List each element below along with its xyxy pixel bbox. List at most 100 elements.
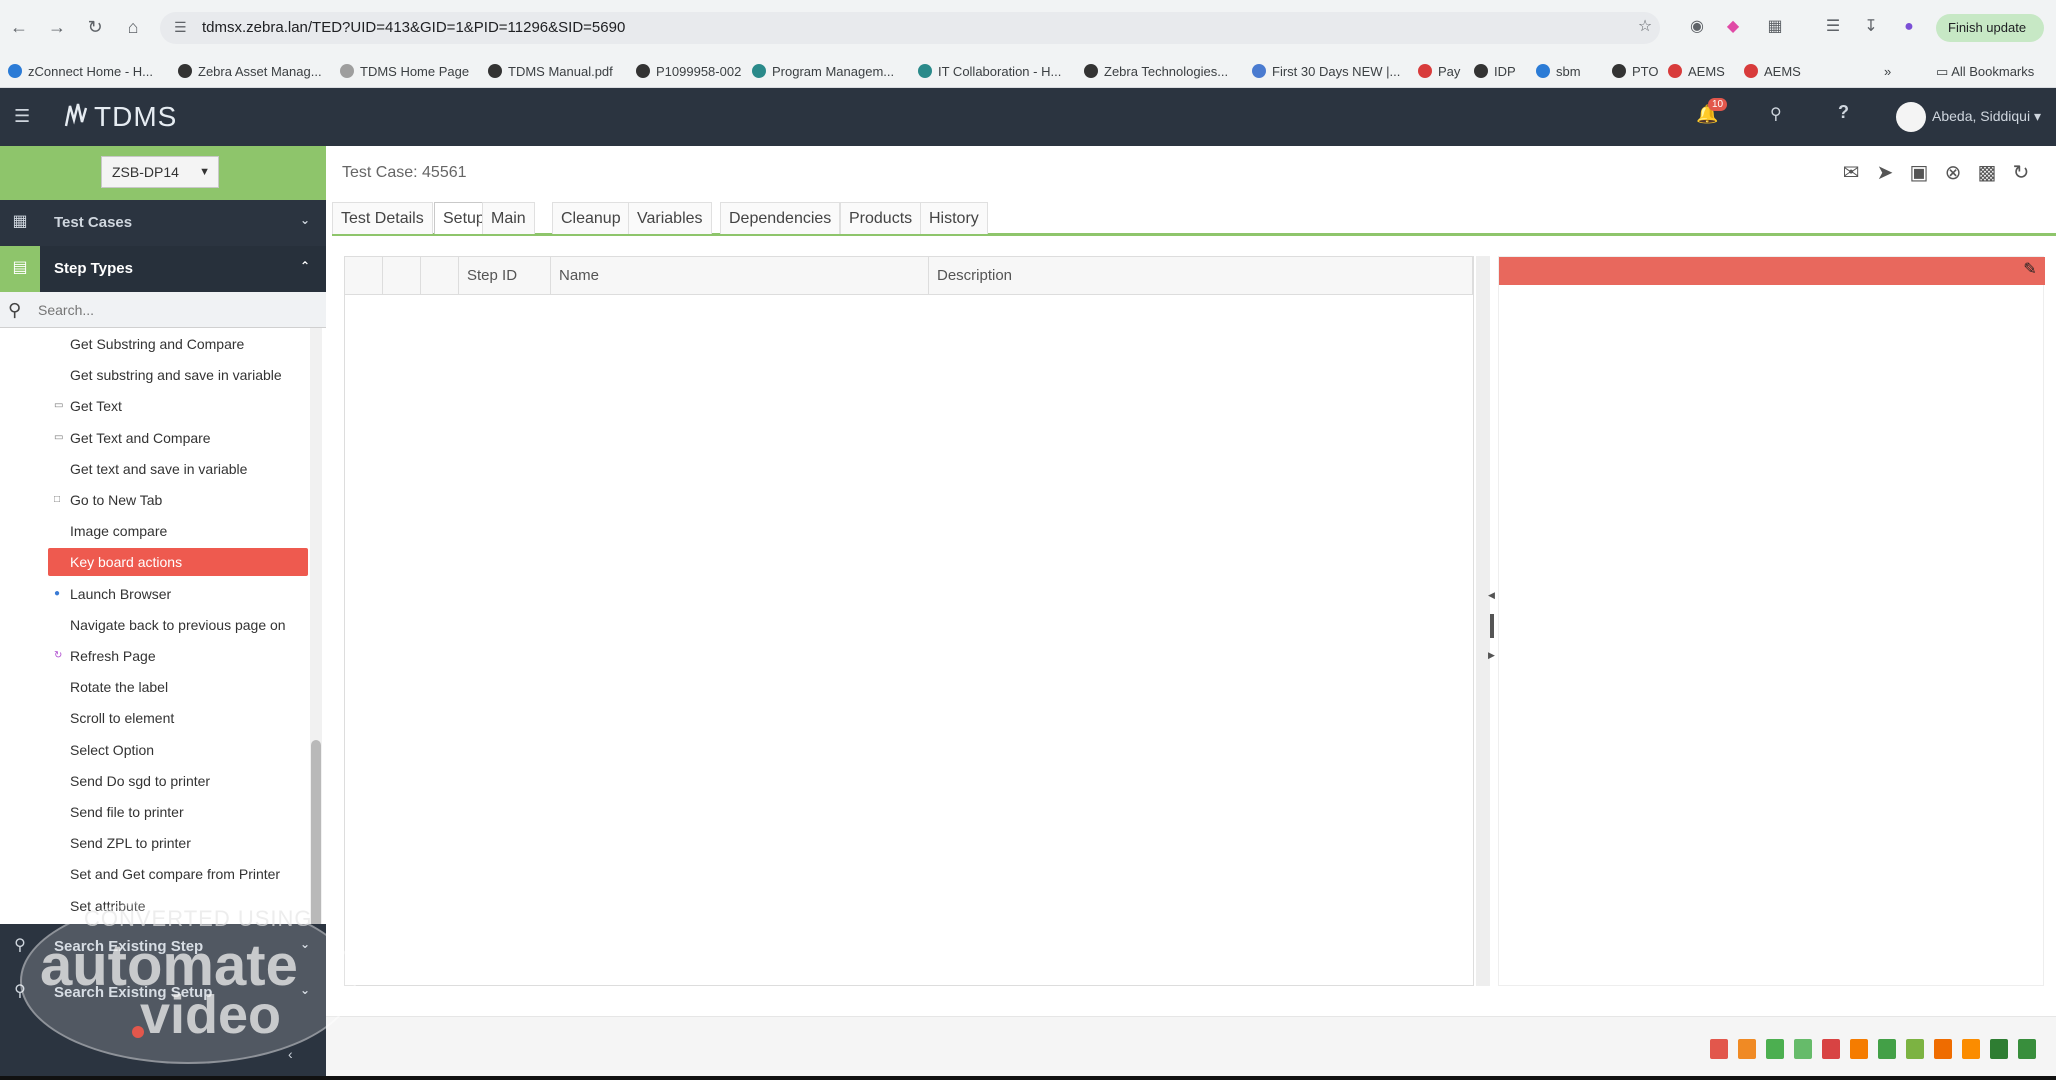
step-type-item[interactable]: ● Launch Browser (48, 580, 308, 608)
tab-products[interactable]: Products (840, 202, 922, 234)
column-header-name[interactable]: Name (551, 257, 929, 295)
bookmark-item[interactable]: Zebra Asset Manag... (178, 62, 322, 82)
back-icon[interactable]: ← (8, 16, 30, 38)
bookmark-item[interactable]: Pay (1418, 62, 1460, 82)
bookmark-item[interactable]: PTO (1612, 62, 1659, 82)
export-file-icon[interactable] (1794, 1039, 1812, 1059)
collapse-sidebar-icon[interactable]: ‹ (288, 1046, 293, 1062)
column-header-action[interactable] (421, 257, 459, 295)
export-file-icon[interactable] (1710, 1039, 1728, 1059)
export-file-icon[interactable] (2018, 1039, 2036, 1059)
bookmark-item[interactable]: TDMS Home Page (340, 62, 469, 82)
home-icon[interactable]: ⌂ (122, 16, 144, 38)
all-bookmarks-button[interactable]: ▭ All Bookmarks (1936, 62, 2034, 82)
user-menu[interactable]: Abeda, Siddiqui ▾ (1932, 108, 2041, 125)
export-file-icon[interactable] (1962, 1039, 1980, 1059)
bookmark-item[interactable]: AEMS (1668, 62, 1725, 82)
finish-update-button[interactable]: Finish update (1936, 14, 2044, 42)
bookmark-item[interactable]: Program Managem... (752, 62, 894, 82)
column-header-action[interactable] (345, 257, 383, 295)
column-header-step-id[interactable]: Step ID (459, 257, 551, 295)
address-bar[interactable]: ☰ tdmsx.zebra.lan/TED?UID=413&GID=1&PID=… (160, 12, 1660, 44)
tab-dependencies[interactable]: Dependencies (720, 202, 841, 234)
tab-cleanup[interactable]: Cleanup (552, 202, 630, 234)
bookmark-item[interactable]: IDP (1474, 62, 1516, 82)
profile-icon[interactable]: ● (1898, 16, 1920, 38)
export-file-icon[interactable] (1878, 1039, 1896, 1059)
step-type-item[interactable]: Set and Get compare from Printer (48, 860, 308, 888)
tab-main[interactable]: Main (482, 202, 535, 234)
bookmark-item[interactable]: P1099958-002 (636, 62, 741, 82)
bookmark-label: AEMS (1688, 64, 1725, 79)
bookmark-item[interactable]: First 30 Days NEW |... (1252, 62, 1400, 82)
collapse-left-icon[interactable]: ◀ (1488, 590, 1495, 601)
section-step-types[interactable]: ▤ Step Types ⌃ (0, 246, 326, 292)
grid-scrollbar[interactable] (1476, 256, 1490, 986)
edit-pencil-icon[interactable]: ✎ (2021, 261, 2039, 279)
project-select[interactable]: ZSB-DP14 ▼ (101, 156, 219, 188)
bookmark-item[interactable]: AEMS (1744, 62, 1801, 82)
forward-icon[interactable]: → (46, 16, 68, 38)
tab-history[interactable]: History (920, 202, 988, 234)
export-file-icon[interactable] (1934, 1039, 1952, 1059)
extension-icon[interactable]: ◉ (1686, 16, 1708, 38)
step-type-item[interactable]: Send file to printer (48, 798, 308, 826)
bookmark-item[interactable]: Zebra Technologies... (1084, 62, 1228, 82)
step-search-bar: ⚲ (0, 292, 326, 328)
collapse-right-icon[interactable]: ▶ (1488, 650, 1495, 661)
step-type-item[interactable]: Navigate back to previous page on (48, 611, 308, 639)
menu-icon[interactable]: ☰ (14, 106, 30, 127)
bookmark-item[interactable]: zConnect Home - H... (8, 62, 153, 82)
step-type-item[interactable]: Get Substring and Compare (48, 330, 308, 358)
reload-icon[interactable]: ↻ (84, 16, 106, 38)
splitter-handle[interactable] (1490, 614, 1494, 638)
step-type-item[interactable]: Select Option (48, 736, 308, 764)
save-icon[interactable]: ▣ (1906, 160, 1932, 186)
download-icon[interactable]: ↧ (1860, 16, 1882, 38)
cancel-icon[interactable]: ⊗ (1940, 160, 1966, 186)
export-icon[interactable]: ▩ (1974, 160, 2000, 186)
column-header-description[interactable]: Description (929, 257, 1473, 295)
step-type-item[interactable]: ▭ Get Text (48, 392, 308, 420)
tab-test-details[interactable]: Test Details (332, 202, 433, 234)
tab-variables[interactable]: Variables (628, 202, 712, 234)
search-icon[interactable]: ⚲ (1770, 104, 1782, 124)
step-type-item[interactable]: □ Go to New Tab (48, 486, 308, 514)
step-type-item[interactable]: Rotate the label (48, 673, 308, 701)
extension-icon[interactable]: ◆ (1722, 16, 1744, 38)
export-file-icon[interactable] (1906, 1039, 1924, 1059)
extensions-puzzle-icon[interactable]: ▦ (1764, 16, 1786, 38)
step-type-item[interactable]: Key board actions (48, 548, 308, 577)
help-icon[interactable]: ? (1838, 102, 1849, 123)
media-icon[interactable]: ☰ (1822, 16, 1844, 38)
step-type-item[interactable]: Send Do sgd to printer (48, 767, 308, 795)
step-type-item[interactable]: ▭ Get Text and Compare (48, 424, 308, 452)
refresh-icon[interactable]: ↻ (2008, 160, 2034, 186)
export-file-icon[interactable] (1766, 1039, 1784, 1059)
more-bookmarks-icon[interactable]: » (1884, 62, 1891, 82)
comment-icon[interactable]: ✉ (1838, 160, 1864, 186)
bookmark-star-icon[interactable]: ☆ (1634, 16, 1656, 38)
step-search-input[interactable] (38, 298, 318, 322)
app-logo[interactable]: TDMS (60, 98, 177, 136)
export-file-icon[interactable] (1822, 1039, 1840, 1059)
bookmark-item[interactable]: IT Collaboration - H... (918, 62, 1061, 82)
export-file-icon[interactable] (1850, 1039, 1868, 1059)
send-icon[interactable]: ➤ (1872, 160, 1898, 186)
export-file-icon[interactable] (1990, 1039, 2008, 1059)
step-type-item[interactable]: Get text and save in variable (48, 455, 308, 483)
site-info-icon[interactable]: ☰ (174, 19, 187, 36)
step-type-item[interactable]: Get substring and save in variable (48, 361, 308, 389)
step-type-item[interactable]: Send ZPL to printer (48, 829, 308, 857)
column-header-action[interactable] (383, 257, 421, 295)
bookmark-item[interactable]: TDMS Manual.pdf (488, 62, 613, 82)
section-test-cases[interactable]: ▦ Test Cases ⌄ (0, 200, 326, 246)
search-icon: ⚲ (14, 937, 26, 954)
avatar[interactable] (1896, 102, 1926, 132)
bookmark-item[interactable]: sbm (1536, 62, 1581, 82)
export-file-icon[interactable] (1738, 1039, 1756, 1059)
list-scrollbar-thumb[interactable] (311, 740, 321, 924)
step-type-item[interactable]: Image compare (48, 517, 308, 545)
step-type-item[interactable]: ↻ Refresh Page (48, 642, 308, 670)
step-type-item[interactable]: Scroll to element (48, 704, 308, 732)
